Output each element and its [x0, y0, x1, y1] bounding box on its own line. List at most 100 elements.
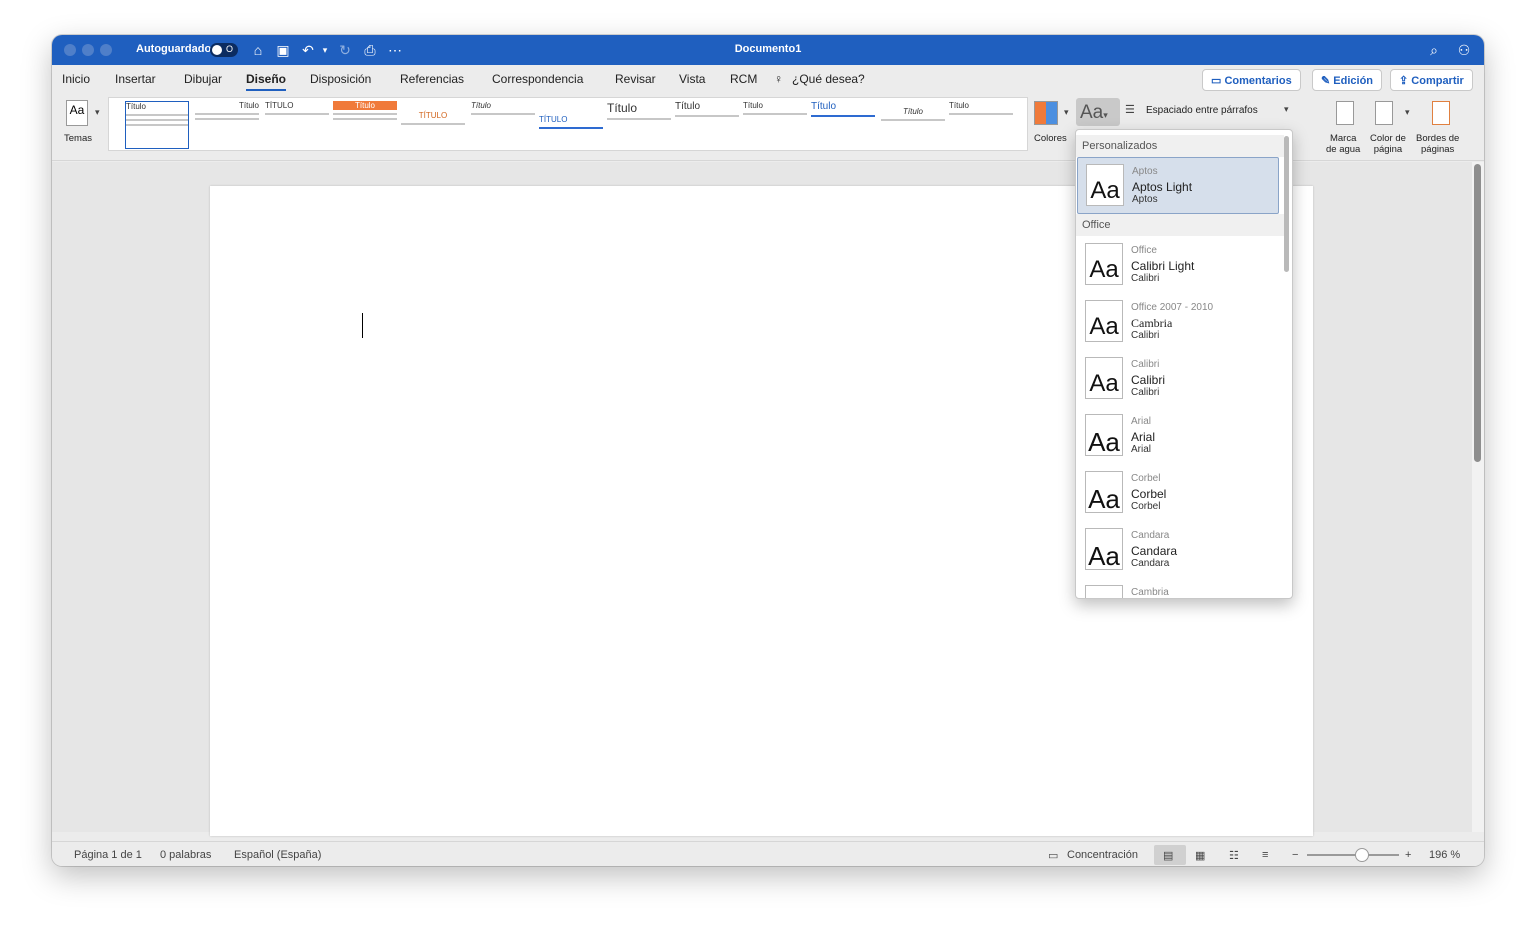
font-heading: Calibri [1131, 373, 1166, 387]
comments-label: Comentarios [1224, 75, 1292, 87]
section-custom-fonts: Personalizados [1076, 135, 1284, 157]
font-heading: Calibri Light [1131, 259, 1195, 273]
font-theme-name: Office [1131, 245, 1157, 256]
font-preview: Aa [1085, 414, 1123, 457]
zoom-out-button[interactable]: − [1292, 849, 1298, 861]
document-title: Documento1 [734, 43, 802, 55]
lightbulb-icon: ♀ [774, 72, 783, 86]
title-bar: Autoguardado O ⌂ ▣ ↶ ▾ ↻ ⎙ ⋯ Documento1 … [52, 35, 1484, 65]
tab-correspondencia[interactable]: Correspondencia [492, 72, 583, 86]
tab-revisar[interactable]: Revisar [615, 72, 656, 86]
style-set-gallery: Título Título TÍTULO Título TÍTULO Títul… [108, 97, 1028, 151]
font-option-arial[interactable]: Aa Arial Arial Arial [1077, 408, 1279, 465]
dropdown-scrollbar[interactable] [1284, 136, 1289, 272]
style-title: Título [743, 101, 764, 110]
vertical-scrollbar[interactable] [1472, 162, 1484, 832]
style-title: Título [902, 107, 923, 116]
tab-insertar[interactable]: Insertar [115, 72, 156, 86]
font-body: Calibri [1131, 387, 1160, 398]
font-preview: Aa [1085, 471, 1123, 514]
style-set-thumb[interactable]: Título [333, 101, 397, 149]
focus-mode-button[interactable]: Concentración [1067, 849, 1138, 861]
font-option-corbel[interactable]: Aa Corbel Corbel Corbel [1077, 465, 1279, 522]
outline-view-icon[interactable]: ☷ [1229, 849, 1239, 862]
web-layout-icon[interactable]: ▦ [1195, 849, 1205, 862]
watermark-icon[interactable] [1336, 101, 1354, 125]
themes-icon[interactable]: Aa [66, 100, 88, 126]
chevron-down-icon[interactable]: ▾ [1405, 107, 1410, 118]
editing-button[interactable]: ✎ Edición [1312, 69, 1383, 91]
tab-dibujar[interactable]: Dibujar [184, 72, 222, 86]
font-theme-name: Calibri [1131, 359, 1160, 370]
font-option-office-2007[interactable]: Aa Office 2007 - 2010 Cambria Calibri [1077, 294, 1279, 351]
style-set-thumb[interactable]: Título [743, 101, 807, 149]
style-set-thumb[interactable]: TÍTULO [539, 101, 603, 149]
font-option-cambria[interactable]: Cambria [1077, 579, 1279, 598]
font-body: Corbel [1131, 501, 1161, 512]
font-preview: Aa [1085, 300, 1123, 342]
tab-disposicion[interactable]: Disposición [310, 72, 371, 86]
tell-me-search[interactable]: ¿Qué desea? [792, 72, 865, 86]
style-set-thumb[interactable]: Título [471, 101, 535, 149]
font-body: Calibri [1131, 273, 1160, 284]
page-color-icon[interactable] [1375, 101, 1393, 125]
font-theme-name: Office 2007 - 2010 [1131, 302, 1214, 313]
zoom-slider-handle[interactable] [1355, 848, 1369, 862]
style-title: Título [949, 101, 970, 110]
zoom-in-button[interactable]: + [1405, 849, 1411, 861]
page-borders-icon[interactable] [1432, 101, 1450, 125]
font-body: Candara [1131, 558, 1170, 569]
style-set-thumb[interactable]: Título [125, 101, 189, 149]
tab-diseno[interactable]: Diseño [246, 72, 287, 91]
style-set-thumb[interactable]: Título [195, 101, 259, 149]
paragraph-spacing-icon: ☰ [1125, 104, 1135, 116]
scrollbar-thumb[interactable] [1474, 164, 1481, 462]
zoom-slider[interactable] [1307, 854, 1399, 856]
style-title: Título [675, 101, 701, 112]
style-set-thumb[interactable]: Título [811, 101, 875, 149]
word-count[interactable]: 0 palabras [160, 849, 211, 861]
fonts-button[interactable]: Aa▾ [1076, 98, 1120, 126]
share-button[interactable]: ⇪ Compartir [1390, 69, 1473, 91]
style-set-thumb[interactable]: Título [949, 101, 1013, 149]
font-body: Calibri [1131, 330, 1160, 341]
style-title: TÍTULO [265, 101, 294, 110]
colors-icon[interactable] [1034, 101, 1058, 125]
font-option-calibri[interactable]: Aa Calibri Calibri Calibri [1077, 351, 1279, 408]
comments-button[interactable]: ▭ Comentarios [1202, 69, 1301, 91]
style-title: Título [607, 101, 638, 115]
font-option-candara[interactable]: Aa Candara Candara Candara [1077, 522, 1279, 579]
font-heading: Candara [1131, 544, 1178, 558]
tab-rcm[interactable]: RCM [730, 72, 757, 86]
colors-label: Colores [1034, 133, 1067, 144]
chevron-down-icon[interactable]: ▾ [95, 107, 100, 118]
font-preview: Aa [1085, 528, 1123, 571]
tab-inicio[interactable]: Inicio [62, 72, 90, 86]
tab-vista[interactable]: Vista [679, 72, 705, 86]
status-bar: Página 1 de 1 0 palabras Español (España… [52, 841, 1484, 866]
style-set-thumb[interactable]: TÍTULO [265, 101, 329, 149]
zoom-level[interactable]: 196 % [1429, 849, 1460, 861]
section-office-fonts: Office [1076, 214, 1284, 236]
font-option-office[interactable]: Aa Office Calibri Light Calibri [1077, 237, 1279, 294]
chevron-down-icon[interactable]: ▾ [1064, 107, 1069, 118]
watermark-label: Marca de agua [1326, 133, 1361, 155]
font-option-aptos[interactable]: Aa Aptos Aptos Light Aptos [1077, 157, 1279, 214]
paragraph-spacing-button[interactable]: Espaciado entre párrafos [1146, 105, 1258, 116]
search-icon[interactable]: ⌕ [1425, 40, 1443, 60]
pencil-icon: ✎ [1321, 75, 1334, 87]
style-set-thumb[interactable]: Título [675, 101, 739, 149]
style-set-thumb[interactable]: TÍTULO [401, 101, 465, 149]
tab-referencias[interactable]: Referencias [400, 72, 464, 86]
draft-view-icon[interactable]: ≡ [1262, 849, 1268, 861]
share-person-icon[interactable]: ⚇ [1455, 40, 1473, 60]
style-set-thumb[interactable]: Título [607, 101, 671, 149]
share-icon: ⇪ [1399, 75, 1412, 87]
chevron-down-icon[interactable]: ▾ [1284, 104, 1289, 115]
style-title: Título [333, 101, 397, 110]
page-count[interactable]: Página 1 de 1 [74, 849, 142, 861]
style-set-thumb[interactable]: Título [881, 101, 945, 149]
language-status[interactable]: Español (España) [234, 849, 321, 861]
page-borders-label: Bordes de páginas [1416, 133, 1460, 155]
style-title: Título [471, 101, 492, 110]
